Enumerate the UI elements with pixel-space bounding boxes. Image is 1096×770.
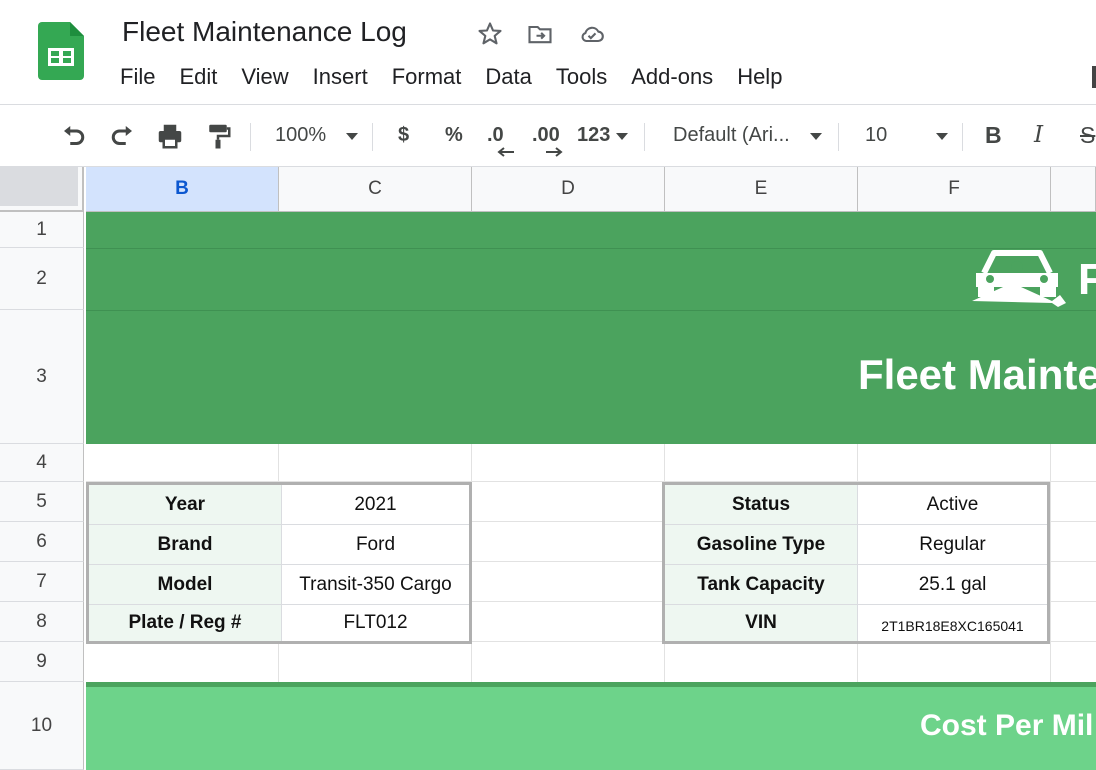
zoom-select[interactable]: 100% [275,124,326,147]
section-title: Cost Per Mil [920,709,1094,742]
info-value[interactable]: 25.1 gal [858,565,1047,604]
last-edit-edge-icon[interactable] [1092,66,1096,88]
info-label[interactable]: VIN [665,605,858,641]
column-header-b[interactable]: B [86,167,279,212]
table-row[interactable]: Year 2021 [89,485,469,525]
menu-data[interactable]: Data [473,62,543,92]
spreadsheet-grid[interactable]: B C D E F 1 2 3 4 5 6 7 8 9 10 F Fleet M… [0,167,1096,770]
percent-format-button[interactable]: % [445,124,463,147]
row-header-6[interactable]: 6 [0,522,84,562]
banner-logo-letter: F [1078,255,1096,304]
info-label[interactable]: Tank Capacity [665,565,858,604]
arrow-right-icon [546,147,563,157]
info-label[interactable]: Model [89,565,282,604]
toolbar-separator [838,123,839,151]
menu-add-ons[interactable]: Add-ons [619,62,725,92]
move-to-folder-icon[interactable] [526,20,554,48]
row-header-9[interactable]: 9 [0,642,84,682]
table-row[interactable]: Plate / Reg # FLT012 [89,605,469,641]
paint-format-icon[interactable] [202,121,234,151]
increase-decimal-button[interactable]: .00 [532,124,560,147]
strikethrough-button[interactable]: S [1080,122,1095,149]
section-divider [86,682,1096,687]
row-header-3[interactable]: 3 [0,310,84,444]
title-bar: Fleet Maintenance Log File Edit View Ins… [0,0,1096,104]
menu-view[interactable]: View [229,62,300,92]
currency-format-button[interactable]: $ [398,124,409,147]
toolbar-separator [962,123,963,151]
menu-format[interactable]: Format [380,62,474,92]
menu-insert[interactable]: Insert [301,62,380,92]
info-label[interactable]: Brand [89,525,282,564]
row-divider [86,248,1096,249]
column-header-c[interactable]: C [279,167,472,212]
table-row[interactable]: Status Active [665,485,1047,525]
toolbar-separator [250,123,251,151]
table-row[interactable]: Gasoline Type Regular [665,525,1047,565]
cloud-saved-icon[interactable] [578,20,606,48]
toolbar-separator [644,123,645,151]
row-header-1[interactable]: 1 [0,212,84,248]
toolbar-separator [372,123,373,151]
more-formats-chevron-down-icon[interactable] [616,133,628,140]
menu-bar: File Edit View Insert Format Data Tools … [108,62,794,92]
row-header-5[interactable]: 5 [0,482,84,522]
vehicle-info-table: Year 2021 Brand Ford Model Transit-350 C… [86,482,472,644]
font-size-chevron-down-icon[interactable] [936,133,948,140]
menu-tools[interactable]: Tools [544,62,619,92]
decrease-decimal-button[interactable]: .0 [487,124,504,147]
menu-file[interactable]: File [108,62,167,92]
table-row[interactable]: Brand Ford [89,525,469,565]
row-header-2[interactable]: 2 [0,248,84,310]
row-divider [86,310,1096,311]
row-header-7[interactable]: 7 [0,562,84,602]
car-wrench-logo-icon [972,250,1066,307]
font-size-select[interactable]: 10 [865,124,887,147]
info-value[interactable]: 2T1BR18E8XC165041 [858,605,1047,641]
info-value[interactable]: Transit-350 Cargo [282,565,469,604]
info-label[interactable]: Plate / Reg # [89,605,282,641]
select-all-corner[interactable] [0,167,84,212]
header-banner[interactable] [86,212,1096,444]
info-label[interactable]: Gasoline Type [665,525,858,564]
info-value[interactable]: FLT012 [282,605,469,641]
column-header-e[interactable]: E [665,167,858,212]
table-row[interactable]: Model Transit-350 Cargo [89,565,469,605]
menu-edit[interactable]: Edit [167,62,229,92]
banner-title: Fleet Mainte [858,351,1096,398]
redo-icon[interactable] [106,121,138,151]
table-row[interactable]: Tank Capacity 25.1 gal [665,565,1047,605]
print-icon[interactable] [154,121,186,151]
row-header-4[interactable]: 4 [0,444,84,482]
toolbar: 100% $ % .0 .00 123 Default (Ari... 10 B… [0,105,1096,167]
menu-help[interactable]: Help [725,62,794,92]
arrow-left-icon [497,147,514,157]
bold-button[interactable]: B [985,122,1002,149]
gridline [1050,444,1051,682]
status-info-table: Status Active Gasoline Type Regular Tank… [662,482,1050,644]
column-header-f[interactable]: F [858,167,1051,212]
google-sheets-logo-icon[interactable] [38,22,84,80]
column-header-d[interactable]: D [472,167,665,212]
info-value[interactable]: Active [858,485,1047,524]
font-chevron-down-icon[interactable] [810,133,822,140]
row-header-8[interactable]: 8 [0,602,84,642]
more-formats-button[interactable]: 123 [577,124,610,147]
document-title[interactable]: Fleet Maintenance Log [122,16,407,48]
info-value[interactable]: Ford [282,525,469,564]
font-family-select[interactable]: Default (Ari... [673,124,790,147]
undo-icon[interactable] [58,121,90,151]
info-value[interactable]: Regular [858,525,1047,564]
info-label[interactable]: Year [89,485,282,524]
italic-button[interactable]: I [1034,122,1043,148]
zoom-chevron-down-icon[interactable] [346,133,358,140]
corner-tab [0,167,78,206]
star-icon[interactable] [476,20,504,48]
info-label[interactable]: Status [665,485,858,524]
column-header-g[interactable] [1051,167,1096,212]
table-row[interactable]: VIN 2T1BR18E8XC165041 [665,605,1047,641]
row-header-10[interactable]: 10 [0,682,84,770]
info-value[interactable]: 2021 [282,485,469,524]
